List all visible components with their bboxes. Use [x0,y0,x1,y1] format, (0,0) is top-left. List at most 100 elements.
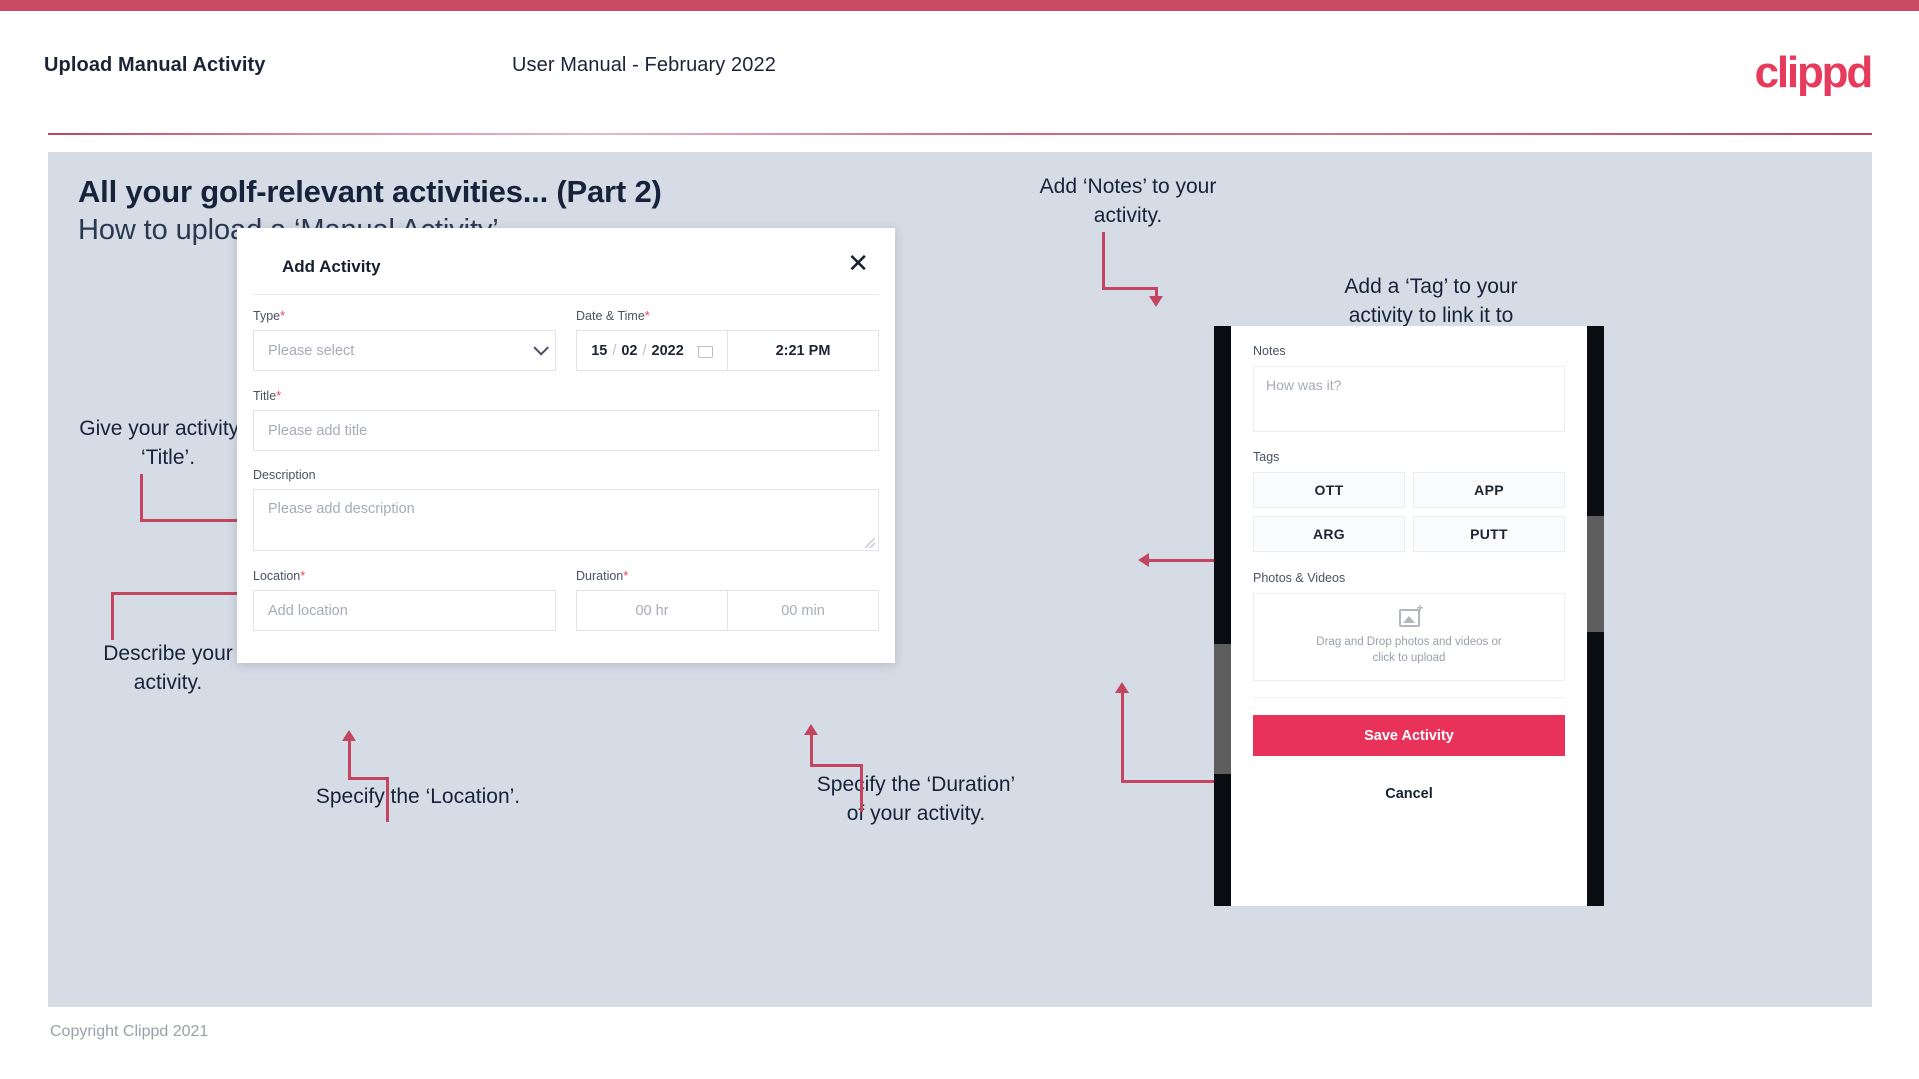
datetime-label: Date & Time* [576,308,879,323]
type-label: Type* [253,308,556,323]
connector-notes-seg2 [1102,287,1158,290]
add-activity-dialog: Add Activity ✕ Type* Please select Date … [237,228,895,663]
type-label-text: Type [253,309,281,323]
connector-desc-seg2 [111,592,246,595]
connector-notes-arrow [1149,296,1163,307]
notes-label: Notes [1253,344,1286,358]
slide-page: Upload Manual Activity User Manual - Feb… [0,0,1919,1079]
title-required: * [276,388,282,403]
connector-dur-arrow [804,724,818,735]
duration-hours-input[interactable]: 00 hr [576,590,727,631]
duration-label: Duration* [576,568,879,583]
tag-button-app[interactable]: APP [1413,472,1565,508]
connector-notes-seg1 [1102,232,1105,290]
phone-power-button [1587,516,1604,632]
connector-loc-seg3 [348,740,351,778]
clippd-logo: clippd [1754,48,1874,97]
tag-button-putt[interactable]: PUTT [1413,516,1565,552]
field-title: Title* Please add title [253,388,879,451]
phone-bezel-left [1214,326,1231,906]
field-type: Type* Please select [253,308,556,371]
datetime-required: * [644,308,650,323]
dialog-body: Type* Please select Date & Time* 15 / 02… [253,308,879,631]
date-input[interactable]: 15 / 02 / 2022 [576,330,727,371]
calendar-icon[interactable] [697,342,714,358]
dropzone-text: Drag and Drop photos and videos or click… [1316,634,1501,666]
connector-save-arrow [1115,682,1129,693]
date-month: 02 [621,342,638,359]
tag-button-arg[interactable]: ARG [1253,516,1405,552]
location-label-text: Location [253,569,301,583]
duration-label-text: Duration [576,569,624,583]
title-label-text: Title [253,389,277,403]
phone-volume-button [1214,644,1231,774]
duration-group: 00 hr 00 min [576,590,879,631]
connector-save-seg2 [1121,692,1124,782]
phone-screen: Notes How was it? Tags OTT APP ARG PUTT … [1231,326,1587,906]
datetime-group: 15 / 02 / 2022 2:21 PM [576,330,879,371]
type-required: * [280,308,286,323]
footer-copyright: Copyright Clippd 2021 [50,1023,209,1040]
dialog-divider [253,294,879,295]
annotation-duration: Specify the ‘Duration’ of your activity. [816,773,1016,825]
description-textarea[interactable]: Please add description [253,489,879,551]
date-day: 15 [591,342,608,359]
field-datetime: Date & Time* 15 / 02 / 2022 2:21 PM [576,308,879,371]
connector-dur-seg1 [860,764,863,812]
connector-title-seg1 [140,474,143,522]
phone-divider [1253,697,1565,698]
phone-mockup: Notes How was it? Tags OTT APP ARG PUTT … [1214,326,1604,906]
dropzone-line-1: Drag and Drop photos and videos or [1316,635,1502,648]
top-accent-bar [0,0,1919,11]
field-duration: Duration* 00 hr 00 min [576,568,879,631]
location-label: Location* [253,568,556,583]
date-sep-2: / [642,342,647,359]
type-select-wrap: Please select [253,330,556,371]
date-year: 2022 [651,342,684,359]
cancel-button[interactable]: Cancel [1253,786,1565,802]
location-input[interactable]: Add location [253,590,556,631]
title-label: Title* [253,388,879,403]
connector-loc-arrow [342,730,356,741]
page-title: All your golf-relevant activities... (Pa… [78,174,662,209]
connector-dur-seg3 [810,734,813,766]
header-divider [48,133,1872,135]
row-type-datetime: Type* Please select Date & Time* 15 / 02… [253,308,879,371]
page-header: Upload Manual Activity User Manual - Feb… [0,11,1919,135]
header-subtitle: User Manual - February 2022 [512,54,776,76]
save-activity-button[interactable]: Save Activity [1253,715,1565,756]
type-select[interactable]: Please select [253,330,556,371]
annotation-location: Specify the ‘Location’. [315,785,521,808]
phone-content: Notes How was it? Tags OTT APP ARG PUTT … [1231,326,1587,802]
time-input[interactable]: 2:21 PM [727,330,879,371]
header-title: Upload Manual Activity [44,54,266,76]
annotation-notes: Add ‘Notes’ to your activity. [1039,175,1217,227]
field-description: Description Please add description [253,468,879,551]
photos-label: Photos & Videos [1253,571,1346,585]
dropzone-line-2: click to upload [1372,651,1446,664]
notes-input[interactable]: How was it? [1253,366,1565,432]
title-input[interactable]: Please add title [253,410,879,451]
resize-handle-icon[interactable] [865,538,875,548]
image-add-icon [1398,602,1424,627]
location-required: * [300,568,306,583]
connector-title-seg2 [140,519,245,522]
datetime-label-text: Date & Time [576,309,645,323]
duration-required: * [623,568,629,583]
row-location-duration: Location* Add location Duration* 00 hr 0… [253,568,879,631]
connector-loc-seg2 [348,777,388,780]
field-location: Location* Add location [253,568,556,631]
connector-dur-seg2 [810,764,862,767]
tag-button-ott[interactable]: OTT [1253,472,1405,508]
connector-loc-seg1 [386,777,389,822]
tags-label: Tags [1253,450,1280,464]
dialog-title: Add Activity [282,257,381,276]
description-placeholder: Please add description [268,501,415,517]
duration-minutes-input[interactable]: 00 min [727,590,879,631]
slide-content: All your golf-relevant activities... (Pa… [48,152,1872,1007]
close-icon[interactable]: ✕ [847,250,869,276]
connector-desc-seg1 [111,592,114,640]
tags-grid: OTT APP ARG PUTT [1253,472,1565,552]
connector-upload-arrow [1138,553,1149,567]
photo-dropzone[interactable]: Drag and Drop photos and videos or click… [1253,593,1565,681]
